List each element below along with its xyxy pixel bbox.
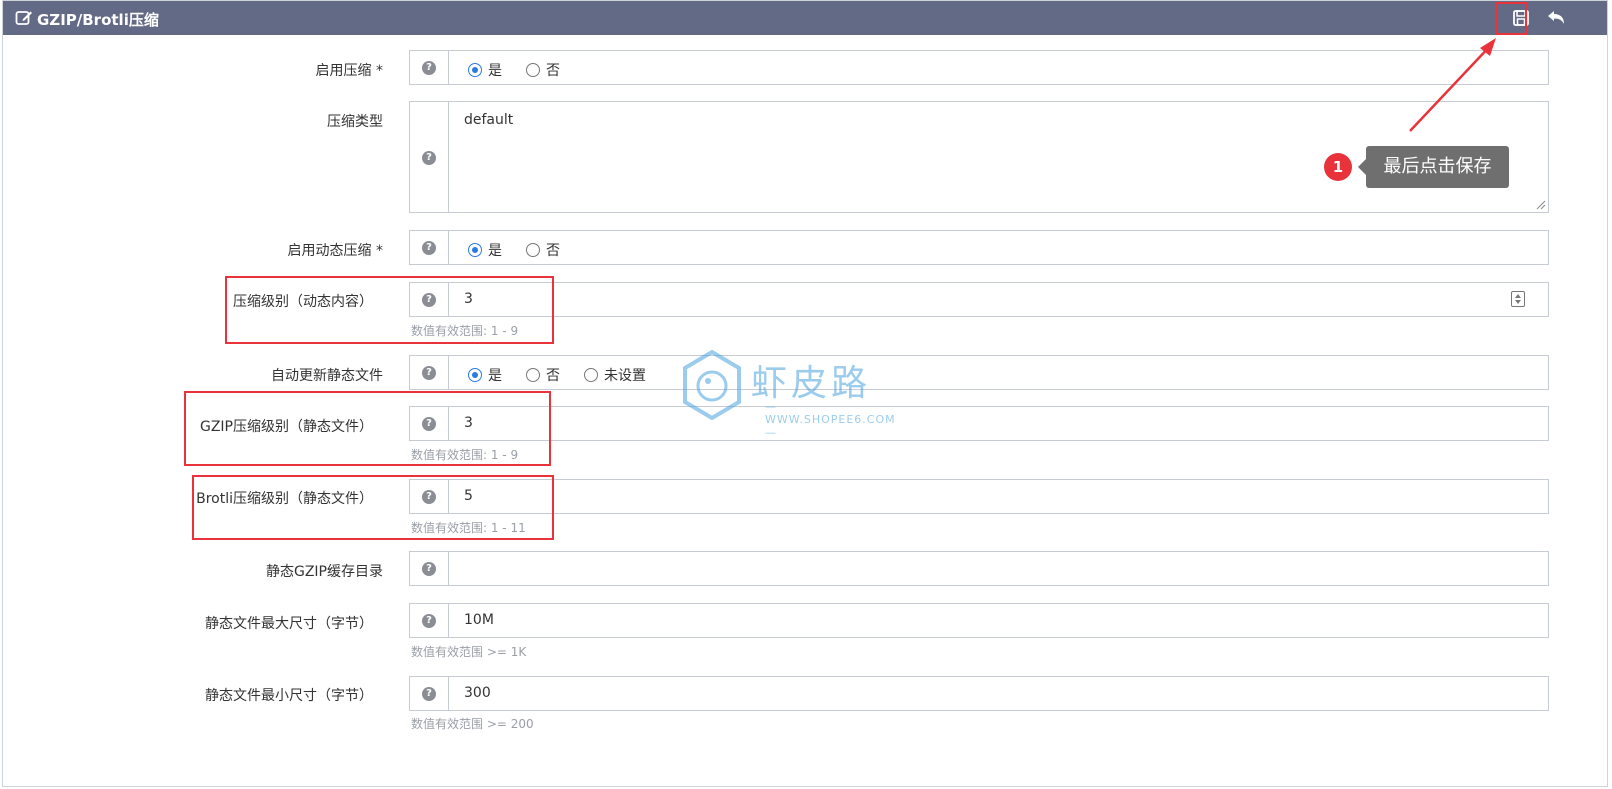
number-stepper-icon[interactable] [1511, 291, 1525, 307]
static-max-size-value[interactable]: 10M [464, 612, 494, 628]
help-cell: ? [410, 677, 449, 710]
highlight-box-save-button [1496, 2, 1527, 35]
help-icon[interactable]: ? [422, 614, 436, 628]
compression-type-value[interactable]: default [464, 112, 513, 128]
auto-update-static-radios: 是 否 未设置 [468, 365, 670, 385]
help-icon[interactable]: ? [422, 61, 436, 75]
highlight-box-brotli-level [192, 475, 554, 540]
radio-no[interactable] [526, 63, 540, 77]
help-cell: ? [410, 231, 449, 264]
radio-yes-checked[interactable] [468, 63, 482, 77]
radio-no[interactable] [526, 243, 540, 257]
help-cell: ? [410, 604, 449, 637]
compression-type-label: 压缩类型 [327, 114, 383, 130]
help-icon[interactable]: ? [422, 241, 436, 255]
help-icon[interactable]: ? [422, 366, 436, 380]
enable-dynamic-field: ? 是 否 [409, 230, 1549, 265]
static-min-size-label: 静态文件最小尺寸（字节） [205, 688, 373, 704]
static-max-size-input[interactable]: ? 10M [409, 603, 1549, 638]
help-cell: ? [410, 356, 449, 389]
enable-dynamic-label: 启用动态压缩 * [287, 243, 383, 259]
watermark-subtext: — WWW.SHOPEE6.COM — [765, 400, 896, 439]
enable-compression-field: ? 是 否 [409, 50, 1549, 85]
radio-option-unset[interactable]: 未设置 [584, 365, 646, 385]
auto-update-static-label: 自动更新静态文件 [271, 368, 383, 384]
help-icon[interactable]: ? [422, 151, 436, 165]
highlight-box-gzip-level [184, 391, 551, 466]
step-badge: 1 [1324, 153, 1352, 181]
static-max-size-label: 静态文件最大尺寸（字节） [205, 616, 373, 632]
static-gzip-cache-dir-label: 静态GZIP缓存目录 [265, 564, 383, 580]
radio-option-yes[interactable]: 是 [468, 365, 502, 385]
gzip-brotli-panel: GZIP/Brotli压缩 启用压缩 * ? 是 否 压缩类型 ? defaul… [2, 0, 1608, 787]
help-cell: ? [410, 51, 449, 84]
highlight-box-dynamic-level [225, 276, 554, 344]
watermark-text: 虾皮路 [751, 363, 872, 404]
edit-icon [15, 11, 32, 25]
radio-no[interactable] [526, 368, 540, 382]
static-min-size-hint: 数值有效范围 >= 200 [411, 717, 534, 731]
enable-dynamic-radios: 是 否 [468, 240, 584, 260]
shrimp-logo-icon [683, 350, 741, 420]
panel-title: GZIP/Brotli压缩 [37, 11, 159, 29]
radio-option-no[interactable]: 否 [526, 365, 560, 385]
radio-unset[interactable] [584, 368, 598, 382]
static-gzip-cache-dir-input[interactable]: ? [409, 551, 1549, 586]
enable-compression-label: 启用压缩 * [315, 63, 383, 79]
static-max-size-hint: 数值有效范围 >= 1K [411, 645, 527, 659]
static-min-size-value[interactable]: 300 [464, 685, 491, 701]
radio-yes-checked[interactable] [468, 243, 482, 257]
radio-option-no[interactable]: 否 [526, 60, 560, 80]
gzip-static-level-input[interactable]: ? 3 [409, 406, 1549, 441]
help-icon[interactable]: ? [422, 562, 436, 576]
brotli-static-level-input[interactable]: ? 5 [409, 479, 1549, 514]
help-icon[interactable]: ? [422, 687, 436, 701]
panel-header: GZIP/Brotli压缩 [3, 1, 1607, 35]
radio-option-no[interactable]: 否 [526, 240, 560, 260]
annotation-arrow [1409, 38, 1496, 132]
enable-compression-radios: 是 否 [468, 60, 584, 80]
radio-option-yes[interactable]: 是 [468, 60, 502, 80]
resize-grip-icon[interactable] [1536, 200, 1546, 210]
watermark: 虾皮路 — WWW.SHOPEE6.COM — [681, 346, 911, 439]
static-min-size-input[interactable]: ? 300 [409, 676, 1549, 711]
save-tooltip: 最后点击保存 [1358, 146, 1509, 188]
auto-update-static-field: ? 是 否 未设置 [409, 355, 1549, 390]
help-cell: ? [410, 102, 449, 212]
dynamic-level-input[interactable]: ? 3 [409, 282, 1549, 317]
undo-icon[interactable] [1545, 8, 1567, 28]
help-cell: ? [410, 552, 449, 585]
radio-yes-checked[interactable] [468, 368, 482, 382]
radio-option-yes[interactable]: 是 [468, 240, 502, 260]
